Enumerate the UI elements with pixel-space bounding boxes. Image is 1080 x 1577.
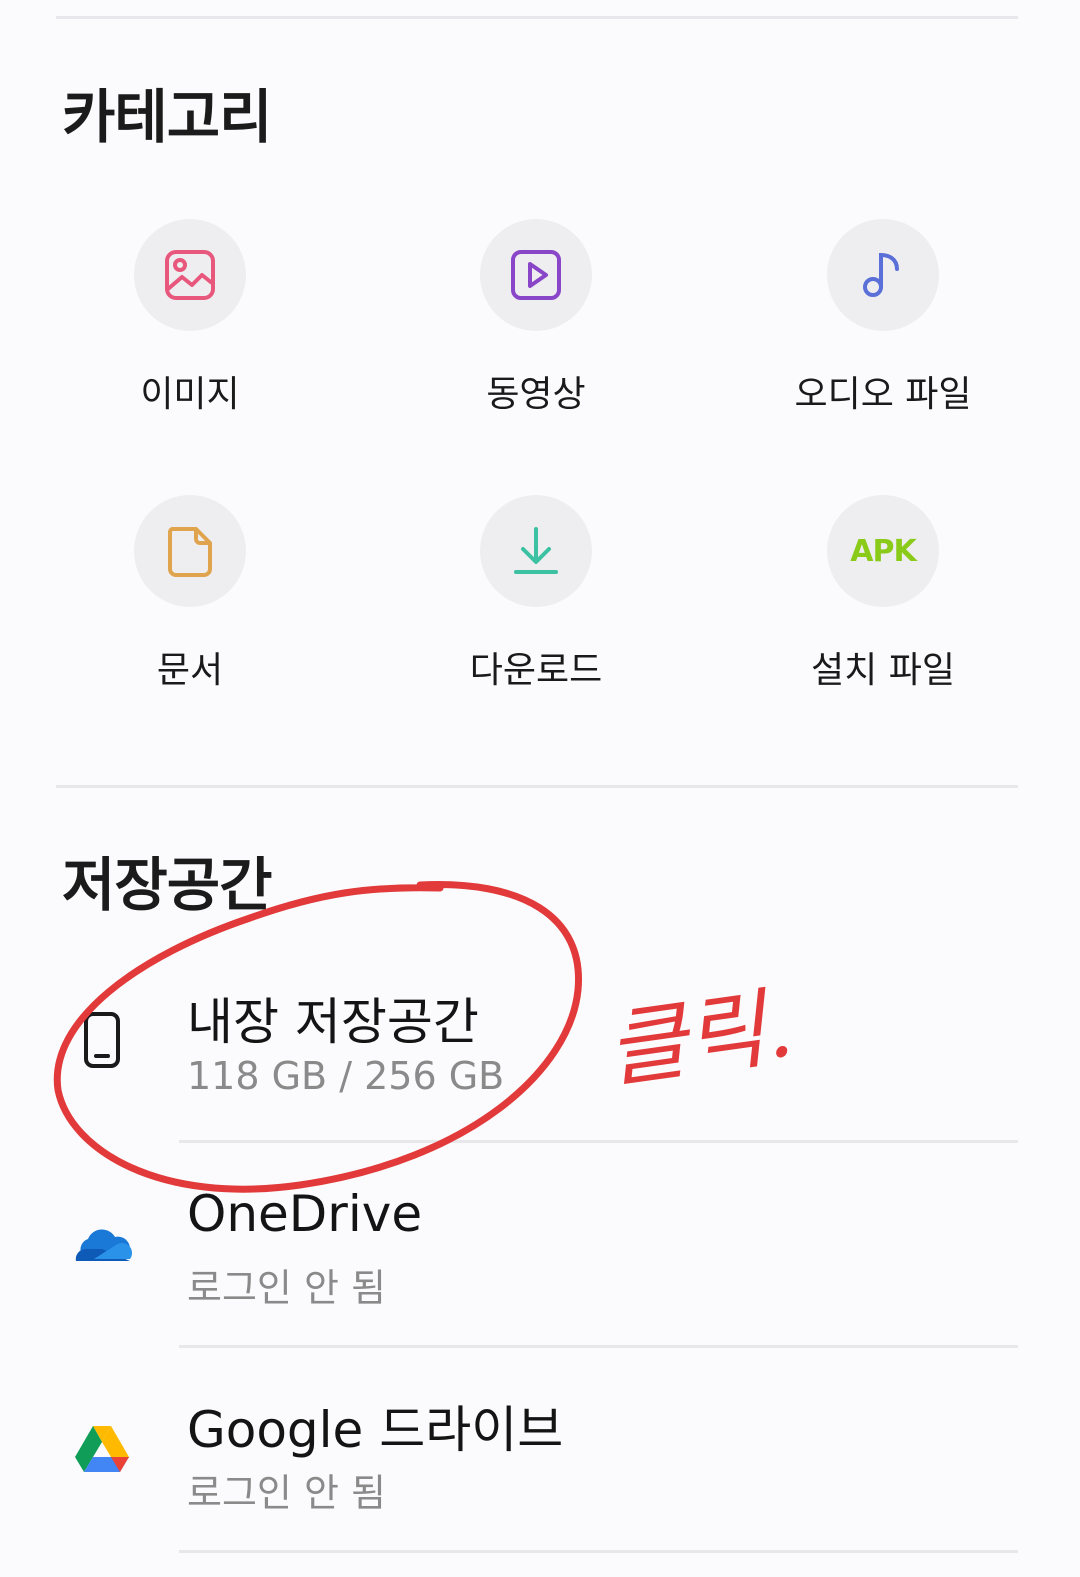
category-documents-label: 문서 (156, 650, 224, 691)
category-audio[interactable]: 오디오 파일 (733, 219, 1033, 417)
document-icon (167, 527, 212, 577)
video-icon (511, 250, 561, 300)
category-images[interactable]: 이미지 (40, 219, 340, 417)
phone-icon (72, 1010, 132, 1070)
storage-title: 저장공간 (62, 851, 272, 919)
storage-item-title: OneDrive (187, 1185, 423, 1243)
categories-title: 카테고리 (62, 83, 272, 151)
music-note-icon (863, 252, 899, 297)
category-installation-files-circle: APK (827, 495, 939, 607)
category-installation-files-label: 설치 파일 (811, 650, 955, 691)
category-documents-circle (134, 495, 246, 607)
storage-item-internal[interactable]: 내장 저장공간 118 GB / 256 GB (0, 960, 1080, 1160)
category-installation-files[interactable]: APK 설치 파일 (733, 495, 1033, 693)
download-icon (514, 527, 558, 574)
storage-item-subtitle: 로그인 안 됨 (187, 1266, 386, 1310)
category-images-label: 이미지 (140, 374, 240, 415)
category-images-circle (134, 219, 246, 331)
storage-item-google-drive[interactable]: Google 드라이브 로그인 안 됨 (0, 1370, 1080, 1570)
bottom-divider (179, 1550, 1018, 1553)
storage-divider (179, 1345, 1018, 1348)
storage-divider (179, 1140, 1018, 1143)
category-videos[interactable]: 동영상 (386, 219, 686, 417)
category-audio-label: 오디오 파일 (794, 374, 972, 415)
google-drive-icon (72, 1418, 132, 1478)
top-divider (56, 16, 1018, 19)
storage-item-subtitle: 로그인 안 됨 (187, 1471, 386, 1515)
storage-item-subtitle: 118 GB / 256 GB (187, 1054, 505, 1098)
storage-item-title: 내장 저장공간 (187, 993, 479, 1051)
category-videos-label: 동영상 (486, 374, 586, 415)
storage-item-title: Google 드라이브 (187, 1401, 564, 1459)
image-icon (165, 250, 215, 300)
category-audio-circle (827, 219, 939, 331)
category-documents[interactable]: 문서 (40, 495, 340, 693)
onedrive-icon (70, 1215, 134, 1275)
category-downloads-label: 다운로드 (469, 650, 603, 691)
section-divider (56, 785, 1018, 788)
apk-icon: APK (850, 533, 916, 569)
storage-item-onedrive[interactable]: OneDrive 로그인 안 됨 (0, 1165, 1080, 1365)
category-downloads-circle (480, 495, 592, 607)
category-downloads[interactable]: 다운로드 (386, 495, 686, 693)
category-videos-circle (480, 219, 592, 331)
